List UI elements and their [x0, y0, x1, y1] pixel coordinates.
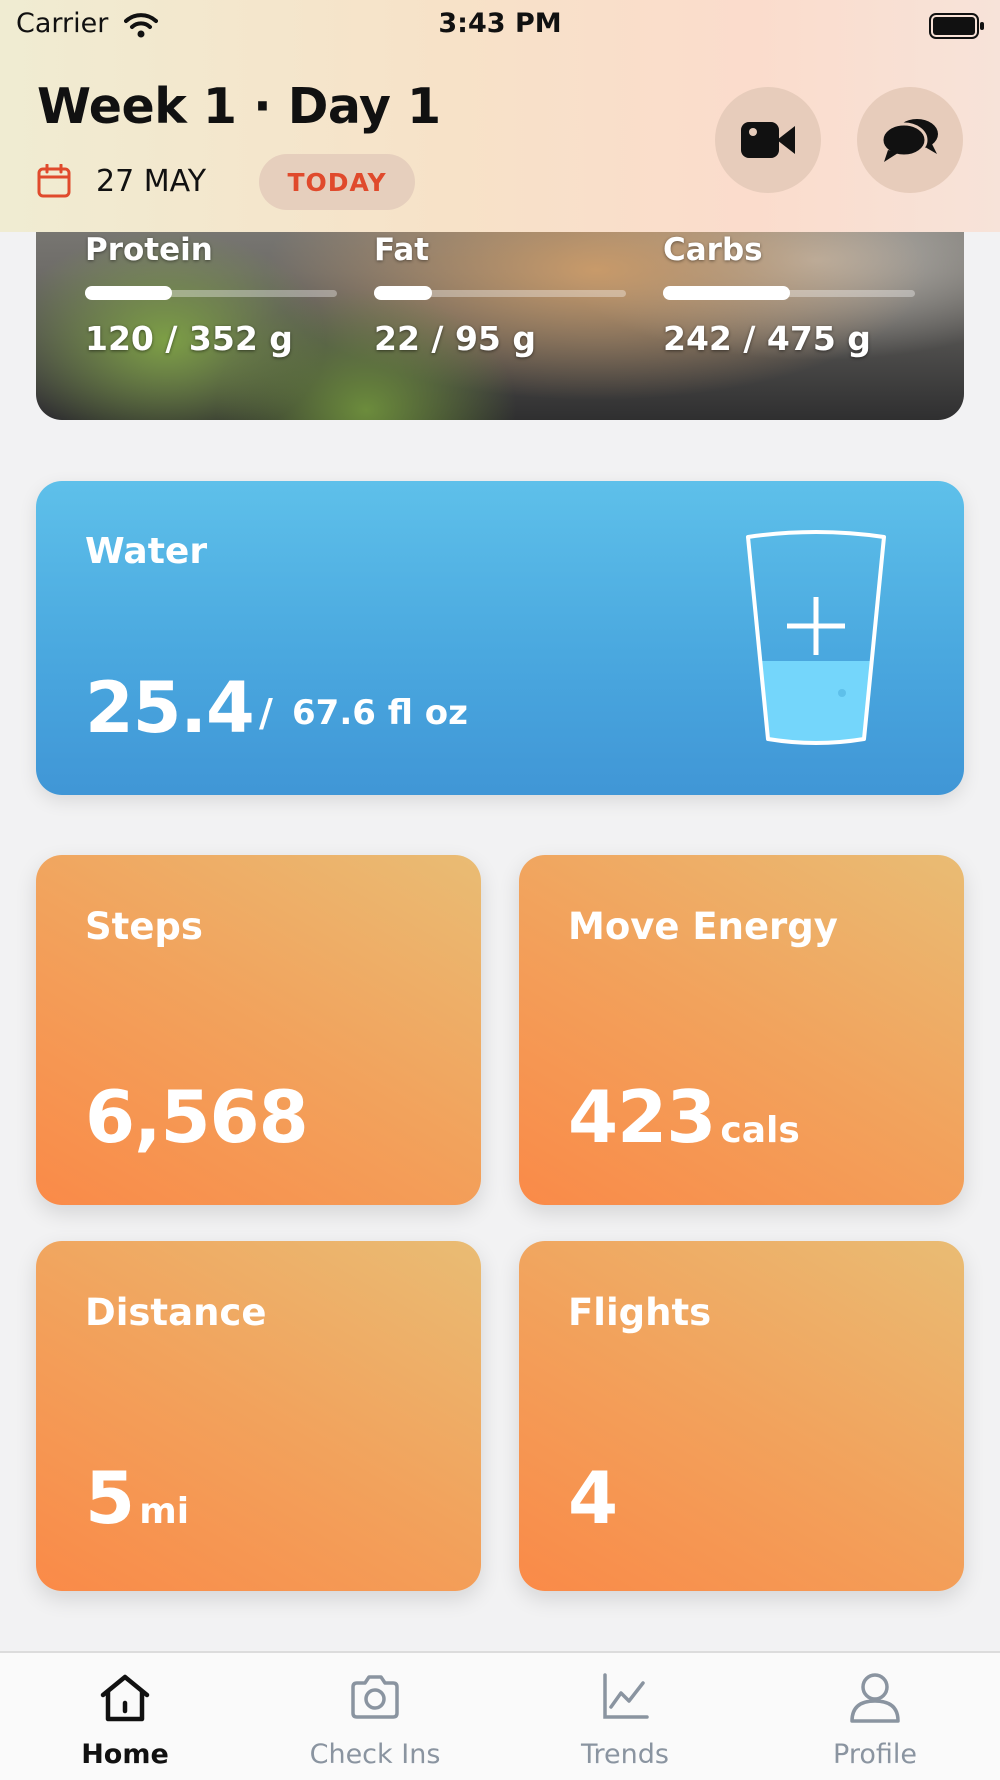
- macro-fat: Fat 22 / 95 g: [374, 232, 626, 358]
- macro-progress-track: [85, 286, 337, 300]
- macro-progress-fill: [85, 286, 172, 300]
- macro-progress-track: [663, 286, 915, 300]
- macro-label: Fat: [374, 232, 430, 268]
- water-separator: /: [259, 691, 273, 735]
- macro-progress-fill: [663, 286, 790, 300]
- distance-title: Distance: [85, 1291, 267, 1334]
- video-icon: [741, 122, 795, 158]
- move-energy-value: 423: [568, 1075, 716, 1159]
- tab-profile[interactable]: Profile: [750, 1653, 1000, 1780]
- tab-label: Trends: [581, 1739, 669, 1770]
- macro-carbs: Carbs 242 / 475 g: [663, 232, 915, 358]
- distance-unit: mi: [139, 1491, 190, 1532]
- distance-value: 5: [85, 1456, 135, 1540]
- move-energy-card[interactable]: Move Energy 423 cals: [519, 855, 964, 1205]
- water-amount: 25.4: [85, 667, 255, 749]
- steps-value: 6,568: [85, 1075, 309, 1159]
- move-energy-unit: cals: [720, 1110, 800, 1151]
- macro-protein: Protein 120 / 352 g: [85, 232, 337, 358]
- today-button[interactable]: TODAY: [259, 154, 415, 210]
- tab-bar: Home Check Ins Trends Profile: [0, 1651, 1000, 1780]
- move-energy-title: Move Energy: [568, 905, 838, 948]
- video-call-button[interactable]: [715, 87, 821, 193]
- add-water-button[interactable]: [736, 527, 896, 752]
- macro-value: 22 / 95 g: [374, 319, 536, 358]
- status-time: 3:43 PM: [438, 8, 562, 39]
- flights-card[interactable]: Flights 4: [519, 1241, 964, 1591]
- macro-progress-fill: [374, 286, 432, 300]
- macro-progress-track: [374, 286, 626, 300]
- flights-value: 4: [568, 1456, 618, 1540]
- water-card[interactable]: Water 25.4 / 67.6 fl oz: [36, 481, 964, 795]
- water-title: Water: [85, 531, 208, 572]
- date-label[interactable]: 27 MAY: [96, 164, 206, 199]
- profile-icon: [850, 1673, 900, 1723]
- battery-icon: [929, 13, 984, 39]
- tab-check-ins[interactable]: Check Ins: [250, 1653, 500, 1780]
- steps-title: Steps: [85, 905, 203, 948]
- water-goal: 67.6 fl oz: [292, 693, 468, 733]
- home-icon: [100, 1674, 150, 1722]
- tab-home[interactable]: Home: [0, 1653, 250, 1780]
- macro-value: 120 / 352 g: [85, 319, 293, 358]
- header: Carrier 3:43 PM Week 1 · Day 1 27 MAY TO…: [0, 0, 1000, 232]
- distance-reading: 5 mi: [85, 1456, 189, 1540]
- chat-icon: [880, 119, 938, 162]
- trends-chart-icon: [603, 1673, 649, 1719]
- tab-label: Home: [81, 1739, 169, 1770]
- page-title: Week 1 · Day 1: [37, 78, 441, 135]
- tab-label: Check Ins: [309, 1739, 441, 1770]
- calendar-icon: [37, 164, 71, 198]
- macro-label: Protein: [85, 232, 213, 268]
- distance-card[interactable]: Distance 5 mi: [36, 1241, 481, 1591]
- camera-icon: [351, 1675, 399, 1719]
- flights-title: Flights: [568, 1291, 712, 1334]
- macro-value: 242 / 475 g: [663, 319, 871, 358]
- move-energy-reading: 423 cals: [568, 1075, 800, 1159]
- chat-button[interactable]: [857, 87, 963, 193]
- steps-card[interactable]: Steps 6,568: [36, 855, 481, 1205]
- macro-label: Carbs: [663, 232, 763, 268]
- tab-label: Profile: [833, 1739, 917, 1770]
- tab-trends[interactable]: Trends: [500, 1653, 750, 1780]
